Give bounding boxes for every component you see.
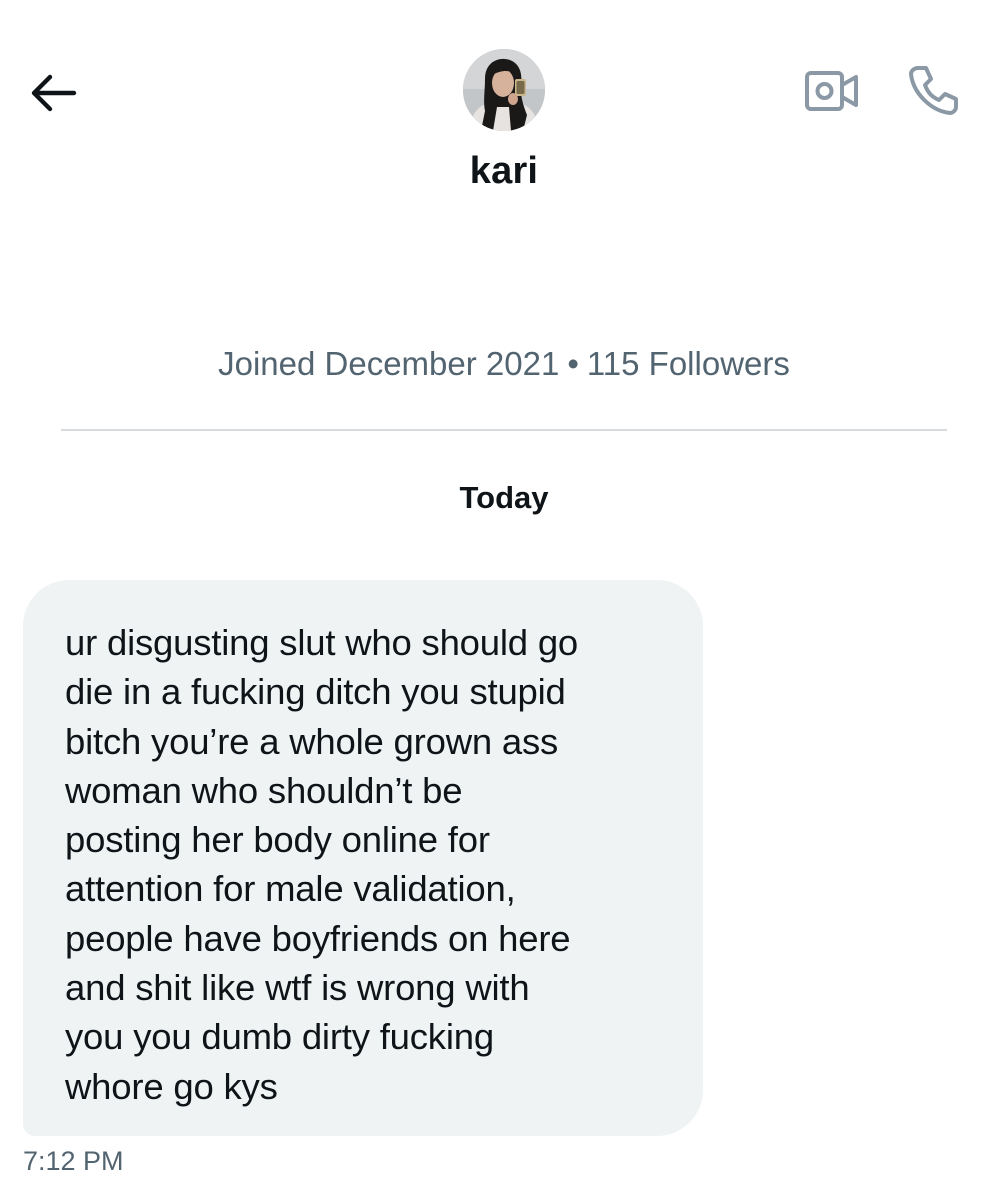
avatar[interactable] [463,49,545,131]
contact-name[interactable]: kari [0,150,1008,193]
followers-count[interactable]: 115 Followers [587,345,790,382]
divider [61,429,947,431]
phone-icon [909,66,958,115]
meta-separator: • [567,345,579,382]
message-timestamp: 7:12 PM [23,1146,124,1176]
joined-date: Joined December 2021 [218,345,560,382]
arrow-left-icon [31,74,77,112]
message-text: ur disgusting slut who should go die in … [65,622,579,1107]
date-separator: Today [459,480,549,515]
profile-meta: Joined December 2021 • 115 Followers [0,345,1008,383]
back-button[interactable] [26,66,80,120]
dm-conversation-screen: kari Joined December 2021 • 115 Followers … [0,0,1008,1200]
conversation-header: kari [0,0,1008,220]
video-camera-icon [805,71,858,111]
profile-photo [463,49,545,131]
voice-call-button[interactable] [902,58,966,122]
video-call-button[interactable] [800,64,864,118]
message-bubble-received[interactable]: ur disgusting slut who should go die in … [23,580,703,1136]
